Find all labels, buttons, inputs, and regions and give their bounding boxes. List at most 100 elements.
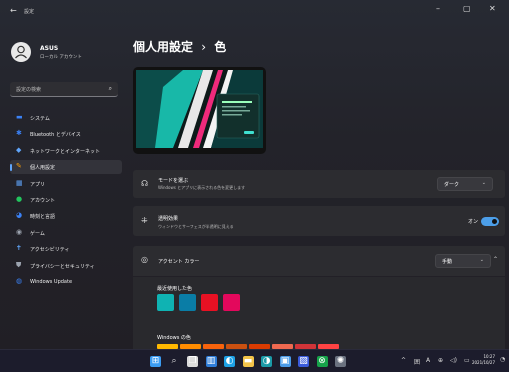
palette-icon: ◎	[141, 255, 148, 264]
ime-mode-icon[interactable]: 囲	[414, 357, 420, 366]
sidebar-item-label: 個人用設定	[30, 165, 56, 172]
sidebar-item-label: Windows Update	[30, 279, 73, 285]
controller-icon: ◉	[16, 227, 23, 236]
pencil-icon: ✎	[16, 162, 22, 171]
windows-start-icon[interactable]: ⊞	[150, 356, 161, 367]
store-icon[interactable]: ▣	[279, 356, 291, 367]
breadcrumb-parent[interactable]: 個人用設定	[133, 40, 193, 54]
recent-color-swatch[interactable]	[223, 294, 240, 311]
tray-overflow-icon[interactable]: ^	[401, 357, 406, 364]
wifi-icon: ◆	[16, 145, 22, 154]
mode-dropdown[interactable]: ダーク ⌄	[437, 177, 493, 191]
accent-color-panel: 最近使用した色 Windows の色	[133, 277, 505, 349]
mode-dropdown-value: ダーク	[444, 182, 460, 188]
sidebar-item[interactable]: ✝ アクセシビリティ	[10, 242, 122, 256]
xbox-icon[interactable]: ⊗	[316, 356, 328, 367]
photos-icon[interactable]: ▧	[298, 356, 309, 367]
app-title: 設定	[24, 9, 35, 15]
sidebar-item-label: 時刻と言語	[30, 214, 56, 221]
settings-search[interactable]: 設定の検索 ⌕	[10, 82, 118, 97]
sidebar-item-label: アカウント	[30, 198, 56, 204]
taskbar: ⊞ ⌕ ❐ ▥ ◐ ▬ ◑ ▣ ▧ ⊗ ✺ ^ 囲 A ⊕ ◁) ▭ 10:27 2021/10/2…	[0, 349, 509, 372]
person-icon	[15, 45, 27, 59]
sidebar-item[interactable]: ◉ ゲーム	[10, 226, 122, 240]
search-icon[interactable]: ⌕	[169, 356, 180, 367]
page-title: 個人用設定 › 色	[133, 38, 226, 55]
volume-icon[interactable]: ◁)	[450, 357, 457, 364]
sidebar-item[interactable]: ✎ 個人用設定	[10, 160, 122, 175]
clock[interactable]: 10:27 2021/10/27	[472, 354, 495, 366]
settings-window: ← 設定 – ▢ ✕ ASUS ローカル アカウント 設定の検索 ⌕ ▬ システム…	[0, 0, 509, 349]
account-type: ローカル アカウント	[40, 55, 82, 60]
close-button[interactable]: ✕	[489, 4, 496, 13]
sidebar-item[interactable]: ◆ ネットワークとインターネット	[10, 144, 122, 158]
maximize-button[interactable]: ▢	[463, 4, 471, 13]
accessibility-icon: ✝	[16, 244, 22, 253]
sidebar-item-label: ネットワークとインターネット	[30, 148, 101, 155]
recent-color-swatch[interactable]	[201, 294, 218, 311]
recent-color-swatch[interactable]	[179, 294, 196, 311]
transparency-icon: ⁜	[141, 216, 148, 225]
clock-date: 2021/10/27	[471, 360, 495, 365]
breadcrumb-current: 色	[214, 40, 227, 54]
back-arrow-icon[interactable]: ←	[10, 6, 17, 15]
accent-color-card: ◎ アクセント カラー 手動 ⌄ ⌃	[133, 246, 505, 276]
sidebar-item[interactable]: ▦ アプリ	[10, 177, 122, 191]
file-explorer-icon[interactable]: ▬	[242, 356, 254, 367]
sidebar-item-label: ゲーム	[30, 230, 45, 237]
battery-icon[interactable]: ▭	[464, 357, 470, 364]
sidebar-item-label: プライバシーとセキュリティ	[30, 263, 95, 270]
apps-icon: ▦	[16, 178, 23, 187]
sidebar-item[interactable]: ◕ 時刻と言語	[10, 209, 122, 223]
title-bar: ← 設定 – ▢ ✕	[0, 0, 509, 22]
transparency-title: 透明効果	[158, 216, 179, 222]
monitor-icon: ▬	[16, 113, 23, 121]
globe-clock-icon: ◕	[16, 211, 23, 220]
transparency-toggle[interactable]	[481, 217, 499, 226]
sidebar-item[interactable]: ▬ システム	[10, 111, 122, 125]
selection-indicator	[10, 164, 12, 172]
toggle-knob	[492, 219, 497, 224]
breadcrumb-separator: ›	[201, 40, 207, 54]
search-icon[interactable]: ⌕	[109, 85, 112, 93]
search-input[interactable]: 設定の検索	[16, 86, 41, 93]
collapse-chevron-icon[interactable]: ⌃	[493, 256, 498, 263]
edge-dev-icon[interactable]: ◑	[261, 356, 272, 367]
ime-input-icon[interactable]: A	[426, 357, 430, 364]
avatar[interactable]	[11, 42, 31, 62]
notification-icon[interactable]: ◔	[500, 356, 505, 363]
windows-colors-label: Windows の色	[157, 335, 191, 341]
sidebar-item[interactable]: ● アカウント	[10, 193, 122, 207]
sidebar-item-label: システム	[30, 116, 50, 122]
sidebar-item-label: Bluetooth とデバイス	[30, 132, 81, 139]
mode-setting-card: ☊ モードを選ぶ Windows とアプリに表示される色を変更します ダーク ⌄	[133, 170, 505, 198]
settings-icon[interactable]: ✺	[335, 356, 346, 367]
sidebar-item[interactable]: ✱ Bluetooth とデバイス	[10, 127, 122, 141]
minimize-button[interactable]: –	[436, 4, 440, 13]
bluetooth-icon: ✱	[16, 129, 22, 138]
accent-dropdown-value: 手動	[442, 259, 453, 265]
transparency-setting-card: ⁜ 透明効果 ウィンドウとサーフェスが半透明に見える オン	[133, 206, 505, 236]
sidebar-item-label: アプリ	[30, 181, 46, 188]
sidebar-item-label: アクセシビリティ	[30, 247, 70, 254]
network-icon[interactable]: ⊕	[438, 357, 443, 364]
update-icon: ◍	[16, 277, 23, 285]
transparency-state-label: オン	[468, 219, 479, 225]
sidebar-item[interactable]: ◍ Windows Update	[10, 275, 122, 289]
edge-icon[interactable]: ◐	[224, 356, 235, 367]
accent-title: アクセント カラー	[158, 259, 200, 265]
task-view-icon[interactable]: ❐	[187, 356, 198, 367]
theme-preview	[133, 67, 266, 154]
brush-icon: ☊	[141, 179, 149, 188]
chevron-down-icon: ⌄	[479, 257, 484, 263]
mode-description: Windows とアプリに表示される色を変更します	[158, 185, 246, 190]
widgets-icon[interactable]: ▥	[205, 356, 217, 367]
shield-icon: ⛊	[16, 260, 22, 269]
accent-dropdown[interactable]: 手動 ⌄	[435, 254, 491, 268]
recent-color-swatch[interactable]	[157, 294, 174, 311]
sidebar-item[interactable]: ⛊ プライバシーとセキュリティ	[10, 259, 122, 273]
chevron-down-icon: ⌄	[481, 180, 486, 186]
mode-title: モードを選ぶ	[158, 178, 189, 184]
person-icon: ●	[16, 195, 23, 203]
transparency-description: ウィンドウとサーフェスが半透明に見える	[158, 224, 234, 229]
